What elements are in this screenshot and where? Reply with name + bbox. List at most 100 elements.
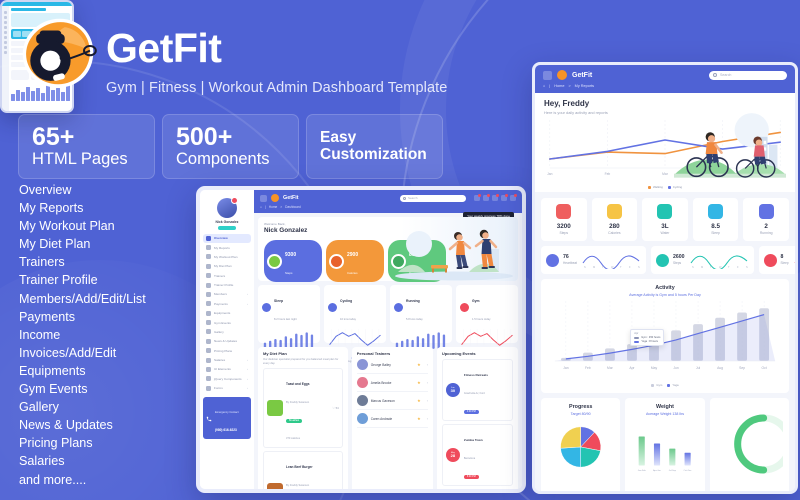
panel-title: Weight xyxy=(656,404,674,410)
star-icon: ★ xyxy=(417,415,421,421)
svg-text:S: S xyxy=(746,265,748,269)
event-time-tag: 4:00 PM xyxy=(463,409,479,414)
heart-icon xyxy=(546,253,559,267)
jquery-icon xyxy=(206,376,211,382)
breadcrumb-home[interactable]: Home xyxy=(554,84,564,88)
chevron-right-icon[interactable]: › xyxy=(427,381,428,385)
svg-text:Jun: Jun xyxy=(673,366,679,370)
weight-panel: Weight Average Weight 138 lbs Jan-Feb Apr… xyxy=(625,398,705,491)
chevron-right-icon[interactable]: › xyxy=(427,363,428,367)
diet-plan-panel: My Diet Plan Our dietician specialist pr… xyxy=(258,347,348,489)
page-list-item: My Workout Plan xyxy=(19,219,115,234)
news-icon xyxy=(206,338,211,344)
sidebar-item-ui-elements[interactable]: UI Elements › xyxy=(203,365,251,374)
menu-toggle-icon[interactable] xyxy=(543,70,552,80)
stat-label: Heartbeat xyxy=(563,260,577,265)
sidebar-item-news-updates[interactable]: News & Updates xyxy=(203,337,251,346)
legend-item: Stretching xyxy=(592,490,611,494)
notifications-icon[interactable] xyxy=(483,194,490,201)
sidebar-item-trainer-profile[interactable]: Trainer Profile xyxy=(203,280,251,289)
metric-title: Running xyxy=(406,299,420,303)
page-list-item: Overview xyxy=(19,183,72,197)
page-list-item: Invoices/Add/Edit xyxy=(19,345,117,360)
sidebar-item-equipments[interactable]: Equipments xyxy=(203,309,251,318)
moon-icon xyxy=(708,204,724,219)
chevron-right-icon[interactable]: › xyxy=(427,399,428,403)
like-count[interactable]: ♡ 54 xyxy=(332,406,338,410)
breadcrumb: ⌂ | Home > My Reports xyxy=(543,84,595,88)
svg-text:Sep: Sep xyxy=(739,366,745,370)
breadcrumb-home[interactable]: Home xyxy=(269,205,278,209)
event-item[interactable]: Jun 30 Fitness Retreats Coachella Av, Ford 4… xyxy=(441,359,513,421)
svg-text:Mar: Mar xyxy=(662,172,669,176)
sidebar-item-label: Forms xyxy=(214,386,223,391)
feature-badges: 65+ HTML Pages 500+ Components Easy Cust… xyxy=(18,114,443,180)
svg-text:Apr: Apr xyxy=(629,366,635,370)
sidebar-item-overview[interactable]: Overview xyxy=(203,233,251,243)
sidebar-item-payments[interactable]: Payments › xyxy=(203,299,251,308)
sidebar-item-my-workout-plan[interactable]: My Workout Plan xyxy=(203,252,251,261)
svg-text:T: T xyxy=(728,265,730,269)
panel-title: Progress xyxy=(568,404,593,410)
user-menu-icon[interactable] xyxy=(510,194,517,201)
sidebar-item-my-reports[interactable]: My Reports xyxy=(203,243,251,252)
event-item[interactable]: May 28 Zumba Town Barcelona 6:00 PM xyxy=(441,424,513,486)
page-list-item: My Diet Plan xyxy=(19,237,91,252)
sidebar-item-my-diet-plan[interactable]: My Diet Plan xyxy=(203,262,251,271)
emergency-contact-card[interactable]: Emergency Contact (980) 616-6223 xyxy=(203,396,251,439)
sidebar-item-salaries[interactable]: Salaries › xyxy=(203,355,251,364)
tooltip-row-label: Yoga : 8 hours xyxy=(641,340,658,344)
page-list-item: Gym Events xyxy=(19,382,88,397)
trainer-item[interactable]: Marcus Gaveson ★ › xyxy=(356,392,428,410)
sidebar-nav[interactable]: Overview My Reports My Workout Plan My Diet… xyxy=(200,233,254,393)
sidebar-item-forms[interactable]: Forms › xyxy=(203,384,251,393)
sidebar-item-gym-events[interactable]: Gym Events xyxy=(203,318,251,327)
sidebar-item-gallery[interactable]: Gallery xyxy=(203,327,251,336)
diet-item[interactable]: Toast and Eggs By Freddy Swanson Breakfast… xyxy=(263,368,343,449)
search-input[interactable]: Search xyxy=(709,70,787,80)
steps-icon xyxy=(556,204,572,219)
svg-text:Jan: Jan xyxy=(563,366,569,370)
main-dashboard-mockup: Nick Gonzalez Overview My Reports My Worko… xyxy=(196,186,526,493)
home-icon[interactable]: ⌂ xyxy=(260,205,262,209)
trainer-item[interactable]: George Bailey ★ › xyxy=(356,356,428,374)
messages-icon[interactable] xyxy=(474,194,481,201)
apps-icon[interactable] xyxy=(492,194,499,201)
topbar-icons[interactable] xyxy=(474,194,517,201)
moon-icon xyxy=(262,302,271,312)
chevron-right-icon[interactable]: › xyxy=(427,417,428,421)
sidebar-item-label: Salaries xyxy=(214,358,226,363)
legend-label: Stretching xyxy=(597,490,611,494)
diet-item[interactable]: Lean Beef BurgerBy Freddy SwansonLunch68… xyxy=(263,451,343,489)
sidebar-item-label: UI Elements xyxy=(214,367,231,372)
stat-value: 3200 xyxy=(556,223,571,230)
settings-icon[interactable] xyxy=(501,194,508,201)
menu-toggle-icon[interactable] xyxy=(260,194,267,202)
panel-row: My Diet Plan Our dietician specialist pr… xyxy=(258,347,518,489)
sidebar-item-members[interactable]: Members › xyxy=(203,290,251,299)
stat-value: 8.5 xyxy=(711,223,720,230)
sidebar-item-label: jQuery Components xyxy=(214,376,242,381)
svg-text:M: M xyxy=(593,265,595,269)
extra-panel xyxy=(709,398,789,491)
search-input[interactable]: Search xyxy=(400,194,466,202)
stat-label: Water xyxy=(660,231,670,235)
legend-swatch xyxy=(667,185,671,189)
home-icon[interactable]: ⌂ xyxy=(543,84,545,88)
trainer-item[interactable]: Caren Andrade ★ › xyxy=(356,410,428,428)
svg-text:S: S xyxy=(796,265,798,269)
sidebar-item-pricing-plans[interactable]: Pricing Plans xyxy=(203,346,251,355)
sidebar-item-jquery-components[interactable]: jQuery Components › xyxy=(203,374,251,383)
metric-card-gym: Gym1.5 hours today2 hrsavg last week xyxy=(456,285,518,363)
sidebar-item-label: Gallery xyxy=(214,329,224,334)
sidebar-item-trainers[interactable]: Trainers xyxy=(203,271,251,280)
brand-name: GetFit xyxy=(106,25,222,71)
meal-thumbnail xyxy=(267,400,283,417)
page-list-item: and more.... xyxy=(19,472,87,487)
trainer-item[interactable]: Amelia Brooke ★ › xyxy=(356,374,428,392)
avatar xyxy=(356,413,368,424)
moon-icon xyxy=(763,253,777,267)
emergency-contact-label: Emergency Contact xyxy=(215,410,239,414)
legend-swatch xyxy=(592,490,596,491)
chip-value: 9300 xyxy=(285,252,297,258)
